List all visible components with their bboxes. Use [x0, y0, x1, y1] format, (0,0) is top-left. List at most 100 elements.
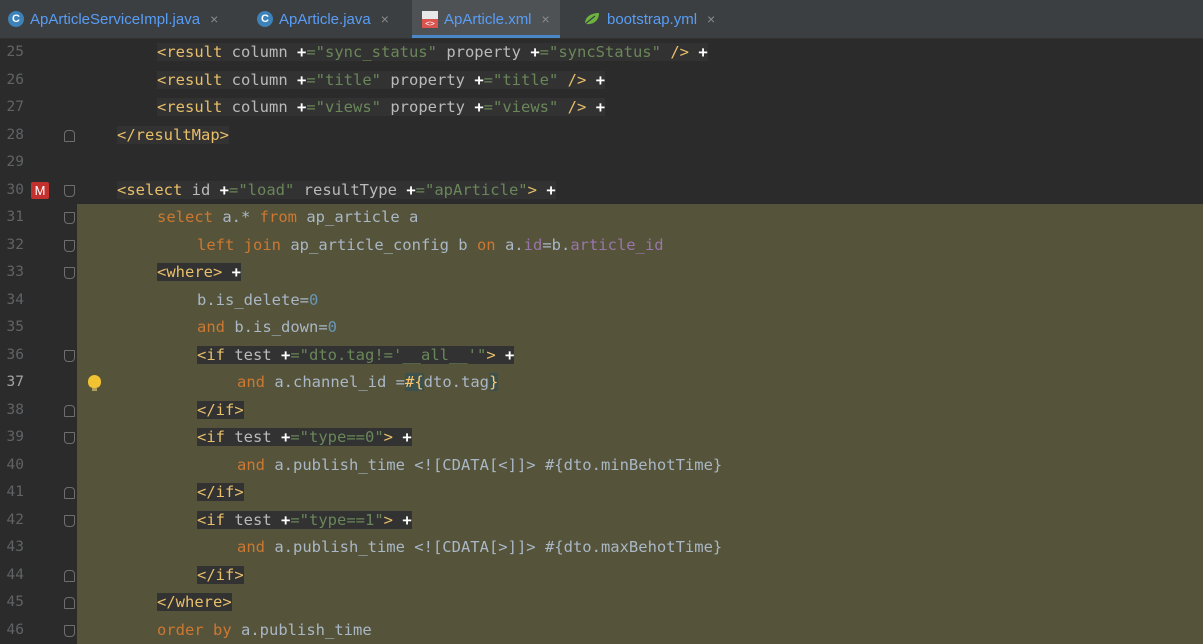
code-line[interactable]: 40and a.publish_time <![CDATA[<]]> #{dto…	[0, 452, 1203, 480]
code-token: test	[234, 511, 281, 529]
code-token: property	[390, 98, 474, 116]
code-token: <result	[157, 71, 232, 89]
mybatis-marker-icon[interactable]: M	[31, 182, 49, 199]
line-number: 34	[0, 287, 24, 315]
close-icon[interactable]: ×	[542, 11, 550, 27]
code-token: ="title"	[484, 71, 568, 89]
line-number: 27	[0, 94, 24, 122]
fold-toggle-icon[interactable]	[64, 487, 75, 499]
code-line[interactable]: 34 b.is_delete=0	[0, 287, 1203, 315]
code-token: <if	[197, 346, 234, 364]
code-token: property	[390, 71, 474, 89]
code-token: and	[237, 456, 274, 474]
line-number: 43	[0, 534, 24, 562]
code-line[interactable]: 35and b.is_down=0	[0, 314, 1203, 342]
code-line[interactable]: 25<result column +="sync_status" propert…	[0, 39, 1203, 67]
tab-label: bootstrap.yml	[607, 11, 697, 28]
code-token	[586, 98, 595, 116]
line-number: 32	[0, 232, 24, 260]
fold-toggle-icon[interactable]	[64, 267, 75, 279]
code-token: +	[474, 98, 483, 116]
code-line[interactable]: 46order by a.publish_time	[0, 617, 1203, 644]
line-number: 31	[0, 204, 24, 232]
code-line[interactable]: 36<if test +="dto.tag!='__all__'"> +	[0, 342, 1203, 370]
line-number: 44	[0, 562, 24, 590]
code-token: +	[232, 263, 241, 281]
code-token: ="sync_status"	[306, 43, 446, 61]
code-token: ="views"	[484, 98, 568, 116]
tab-apArticleServiceImpl[interactable]: C ApArticleServiceImpl.java ×	[8, 0, 218, 38]
fold-toggle-icon[interactable]	[64, 625, 75, 637]
code-token: ="type==0"	[290, 428, 383, 446]
code-token: +	[297, 43, 306, 61]
close-icon[interactable]: ×	[210, 11, 218, 27]
code-token: #{	[405, 373, 424, 391]
fold-toggle-icon[interactable]	[64, 515, 75, 527]
tab-apArticle-xml[interactable]: <> ApArticle.xml ×	[412, 0, 560, 38]
code-line[interactable]: 27<result column +="views" property +="v…	[0, 94, 1203, 122]
lightbulb-icon[interactable]	[88, 375, 101, 388]
code-token: ="type==1"	[290, 511, 383, 529]
code-line[interactable]: 45</where>	[0, 589, 1203, 617]
fold-toggle-icon[interactable]	[64, 350, 75, 362]
code-token: ="syncStatus"	[540, 43, 671, 61]
code-text: b.is_delete=0	[197, 287, 318, 315]
code-line[interactable]: 32left join ap_article_config b on a.id=…	[0, 232, 1203, 260]
tab-bootstrap-yml[interactable]: bootstrap.yml ×	[583, 0, 715, 38]
line-number: 28	[0, 122, 24, 150]
code-text: </if>	[197, 479, 244, 507]
tab-label: ApArticle.java	[279, 11, 371, 28]
code-line[interactable]: 37 and a.channel_id =#{dto.tag}	[0, 369, 1203, 397]
code-token: +	[297, 98, 306, 116]
fold-toggle-icon[interactable]	[64, 405, 75, 417]
code-line[interactable]: 29	[0, 149, 1203, 177]
code-line[interactable]: 33 <where> +	[0, 259, 1203, 287]
close-icon[interactable]: ×	[381, 11, 389, 27]
fold-toggle-icon[interactable]	[64, 597, 75, 609]
fold-toggle-icon[interactable]	[64, 570, 75, 582]
code-line[interactable]: 42<if test +="type==1"> +	[0, 507, 1203, 535]
code-line[interactable]: 28</resultMap>	[0, 122, 1203, 150]
code-token: a.*	[222, 208, 259, 226]
code-token: </if>	[197, 401, 244, 419]
code-line[interactable]: 30M<select id +="load" resultType +="apA…	[0, 177, 1203, 205]
line-number: 37	[0, 369, 24, 397]
fold-toggle-icon[interactable]	[64, 240, 75, 252]
line-number: 33	[0, 259, 24, 287]
code-token: ="dto.tag!='__all__'"	[290, 346, 486, 364]
code-token	[586, 71, 595, 89]
fold-toggle-icon[interactable]	[64, 185, 75, 197]
code-token: >	[384, 511, 393, 529]
fold-toggle-icon[interactable]	[64, 432, 75, 444]
code-line[interactable]: 44 </if>	[0, 562, 1203, 590]
code-text: <if test +="type==0"> +	[197, 424, 412, 452]
code-text: <result column +="title" property +="tit…	[157, 67, 605, 95]
code-token: test	[234, 346, 281, 364]
code-line[interactable]: 38</if>	[0, 397, 1203, 425]
code-editor[interactable]: 25<result column +="sync_status" propert…	[0, 39, 1203, 636]
code-token: id	[524, 236, 543, 254]
code-token: ="apArticle"	[416, 181, 528, 199]
code-line[interactable]: 26<result column +="title" property +="t…	[0, 67, 1203, 95]
code-line[interactable]: 43and a.publish_time <![CDATA[>]]> #{dto…	[0, 534, 1203, 562]
xml-file-icon: <>	[422, 11, 438, 28]
fold-toggle-icon[interactable]	[64, 212, 75, 224]
code-token	[393, 511, 402, 529]
code-text: <if test +="type==1"> +	[197, 507, 412, 535]
code-token: test	[234, 428, 281, 446]
code-line[interactable]: 31 select a.* from ap_article a	[0, 204, 1203, 232]
code-text: and a.channel_id =#{dto.tag}	[237, 369, 498, 397]
code-token: <if	[197, 511, 234, 529]
tab-apArticle-java[interactable]: C ApArticle.java ×	[257, 0, 389, 38]
code-line[interactable]: 39<if test +="type==0"> +	[0, 424, 1203, 452]
code-token: a.	[505, 236, 524, 254]
code-text: select a.* from ap_article a	[157, 204, 418, 232]
code-token: <where>	[157, 263, 222, 281]
code-token: </if>	[197, 566, 244, 584]
code-token: property	[446, 43, 530, 61]
tab-label: ApArticle.xml	[444, 11, 532, 28]
code-text: <select id +="load" resultType +="apArti…	[117, 177, 556, 205]
code-line[interactable]: 41</if>	[0, 479, 1203, 507]
fold-toggle-icon[interactable]	[64, 130, 75, 142]
close-icon[interactable]: ×	[707, 11, 715, 27]
